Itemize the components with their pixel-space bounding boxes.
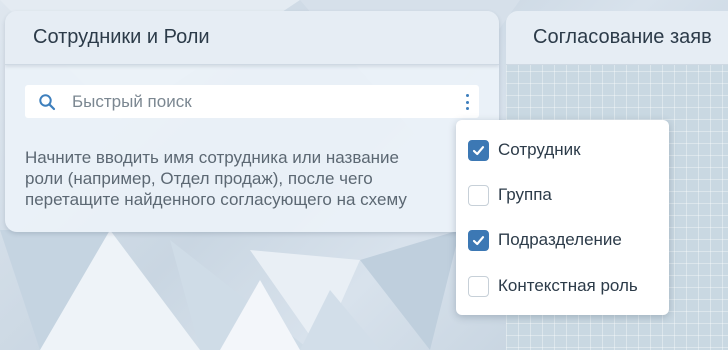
search-icon bbox=[39, 94, 56, 111]
quick-search-box bbox=[25, 85, 479, 118]
panel-header: Согласование заяв bbox=[506, 11, 728, 65]
checkbox[interactable] bbox=[468, 229, 489, 251]
search-filter-menu: Сотрудник Группа Подразделение Контекстн… bbox=[456, 120, 669, 315]
checkbox[interactable] bbox=[468, 275, 489, 297]
option-label: Сотрудник bbox=[498, 140, 581, 159]
instruction-text: Начните вводить имя сотрудника или назва… bbox=[25, 148, 407, 209]
panel-header: Сотрудники и Роли bbox=[5, 11, 499, 65]
panel-title: Согласование заяв bbox=[533, 26, 712, 48]
search-input[interactable] bbox=[72, 89, 452, 114]
employees-roles-panel: Сотрудники и Роли Начните вводить имя со… bbox=[5, 11, 499, 232]
option-label: Подразделение bbox=[498, 230, 622, 249]
option-label: Группа bbox=[498, 185, 552, 204]
checkbox[interactable] bbox=[468, 139, 489, 161]
check-icon bbox=[472, 235, 485, 245]
filter-option-group[interactable]: Группа bbox=[468, 183, 552, 207]
more-vertical-icon[interactable] bbox=[463, 94, 471, 110]
check-icon bbox=[472, 145, 485, 155]
filter-option-department[interactable]: Подразделение bbox=[468, 228, 622, 252]
option-label: Контекстная роль bbox=[498, 276, 638, 295]
filter-option-employee[interactable]: Сотрудник bbox=[468, 138, 581, 162]
panel-title: Сотрудники и Роли bbox=[33, 26, 210, 48]
filter-option-context-role[interactable]: Контекстная роль bbox=[468, 274, 638, 298]
checkbox[interactable] bbox=[468, 184, 489, 206]
